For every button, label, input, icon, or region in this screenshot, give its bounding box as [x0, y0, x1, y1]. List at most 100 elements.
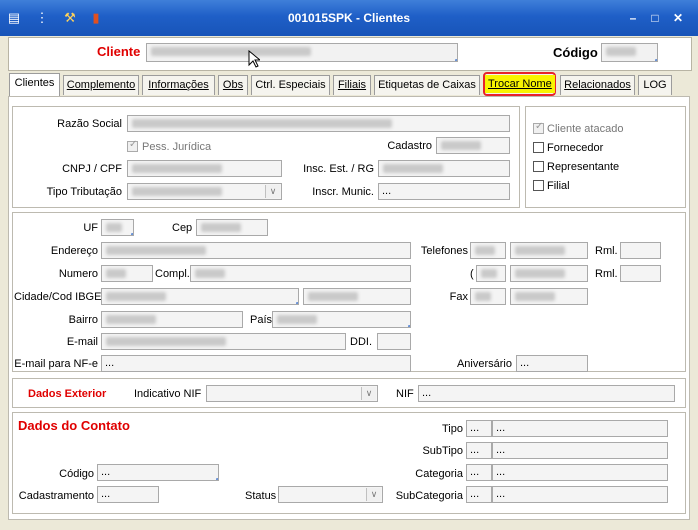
inscr-munic-label: Inscr. Munic.	[312, 186, 374, 198]
uf-field[interactable]	[101, 219, 134, 236]
telefone1-field[interactable]	[510, 242, 588, 259]
tab-label: Obs	[222, 79, 244, 91]
subtipo-desc-field[interactable]: ...	[492, 442, 668, 459]
tipo-tributacao-label: Tipo Tributação	[46, 186, 122, 198]
codigo-contato-field[interactable]: ...	[97, 464, 219, 481]
tipo-tributacao-select[interactable]: ∨	[127, 183, 282, 200]
fax-field[interactable]	[510, 288, 588, 305]
rml1-field[interactable]	[620, 242, 661, 259]
tab-label: Ctrl. Especiais	[255, 79, 326, 91]
cidade-field[interactable]	[101, 288, 299, 305]
subcategoria-label: SubCategoria	[395, 490, 463, 502]
minimize-icon[interactable]: –	[625, 11, 641, 25]
tab-ctrl-especiais[interactable]: Ctrl. Especiais	[251, 75, 330, 95]
endereco-label: Endereço	[50, 245, 98, 257]
tab-label: LOG	[643, 79, 667, 91]
nif-field[interactable]: ...	[418, 385, 675, 402]
codigo-label: Código	[553, 45, 598, 60]
cliente-atacado-checkbox[interactable]: ✓	[533, 121, 544, 134]
fax-ddd-field[interactable]	[470, 288, 506, 305]
endereco-field[interactable]	[101, 242, 411, 259]
tab-label: Informações	[148, 79, 209, 91]
cliente-atacado-label: Cliente atacado	[547, 123, 624, 135]
tipo-code-field[interactable]: ...	[466, 420, 492, 437]
categoria-code-field[interactable]: ...	[466, 464, 492, 481]
dados-exterior-title: Dados Exterior	[28, 388, 107, 400]
insc-est-label: Insc. Est. / RG	[303, 163, 374, 175]
ddi-field[interactable]	[377, 333, 411, 350]
insc-est-field[interactable]	[378, 160, 510, 177]
indicativo-nif-label: Indicativo NIF	[134, 388, 202, 400]
razao-social-field[interactable]	[127, 115, 510, 132]
tab-obs[interactable]: Obs	[218, 75, 248, 95]
indicativo-nif-select[interactable]: ∨	[206, 385, 378, 402]
inscr-munic-field[interactable]: ...	[378, 183, 510, 200]
close-icon[interactable]: ✕	[670, 11, 686, 25]
codigo-contato-label: Código	[59, 468, 94, 480]
telefones-label: Telefones	[420, 245, 468, 257]
tipo-label: Tipo	[442, 423, 463, 435]
compl-field[interactable]	[190, 265, 411, 282]
pess-juridica-label: Pess. Jurídica	[142, 141, 212, 153]
cidade-ibge-label: Cidade/Cod IBGE	[14, 291, 102, 303]
subtipo-code-field[interactable]: ...	[466, 442, 492, 459]
telefone2-ddd-field[interactable]	[476, 265, 506, 282]
tab-clientes[interactable]: Clientes	[9, 73, 60, 97]
uf-label: UF	[83, 222, 98, 234]
nif-label: NIF	[396, 388, 414, 400]
subcategoria-code-field[interactable]: ...	[466, 486, 492, 503]
email-nfe-field[interactable]: ...	[101, 355, 411, 372]
filial-checkbox[interactable]	[533, 180, 544, 191]
chevron-down-icon[interactable]: ∨	[265, 185, 280, 198]
representante-checkbox[interactable]	[533, 161, 544, 172]
tab-complemento[interactable]: Complemento	[63, 75, 139, 95]
ddi-label: DDI.	[350, 336, 372, 348]
categoria-desc-field[interactable]: ...	[492, 464, 668, 481]
tab-etiquetas-de-caixas[interactable]: Etiquetas de Caixas	[374, 75, 480, 95]
cep-field[interactable]	[196, 219, 268, 236]
rml-label: Rml.	[595, 268, 618, 280]
client-header: Cliente Código	[8, 37, 692, 71]
chevron-down-icon[interactable]: ∨	[366, 488, 381, 501]
tab-label: Etiquetas de Caixas	[378, 79, 476, 91]
aniversario-field[interactable]: ...	[516, 355, 588, 372]
mouse-cursor-icon	[248, 50, 260, 68]
cadastramento-field[interactable]: ...	[97, 486, 159, 503]
tab-trocar-nome[interactable]: Trocar Nome	[483, 72, 556, 96]
cod-ibge-field[interactable]	[303, 288, 411, 305]
representante-label: Representante	[547, 161, 620, 173]
cnpj-cpf-field[interactable]	[127, 160, 282, 177]
rml2-field[interactable]	[620, 265, 661, 282]
title-bar: ▤ ⋮ ⚒ ▮ 001015SPK - Clientes – □ ✕	[0, 0, 698, 36]
rml-label: Rml.	[595, 245, 618, 257]
fornecedor-checkbox[interactable]	[533, 142, 544, 153]
email-nfe-label: E-mail para NF-e	[14, 358, 98, 370]
numero-label: Numero	[58, 268, 98, 280]
tab-label: Complemento	[66, 79, 136, 91]
tab-filiais[interactable]: Filiais	[333, 75, 371, 95]
email-label: E-mail	[66, 336, 98, 348]
tab-informacoes[interactable]: Informações	[142, 75, 215, 95]
cadastro-field[interactable]	[436, 137, 510, 154]
pess-juridica-checkbox[interactable]: ✓	[127, 139, 138, 152]
tipo-desc-field[interactable]: ...	[492, 420, 668, 437]
tab-relacionados[interactable]: Relacionados	[560, 75, 635, 95]
cadastramento-label: Cadastramento	[18, 490, 94, 502]
cliente-field[interactable]	[146, 43, 458, 62]
subcategoria-desc-field[interactable]: ...	[492, 486, 668, 503]
pais-field[interactable]	[272, 311, 411, 328]
codigo-field[interactable]	[601, 43, 658, 62]
bairro-field[interactable]	[101, 311, 243, 328]
telefone2-field[interactable]	[510, 265, 588, 282]
tab-label: Trocar Nome	[485, 75, 555, 93]
maximize-icon[interactable]: □	[647, 11, 663, 25]
telefone1-ddd-field[interactable]	[470, 242, 506, 259]
tab-label: Relacionados	[564, 79, 631, 91]
tab-label: Clientes	[14, 77, 55, 89]
status-select[interactable]: ∨	[278, 486, 383, 503]
subtipo-label: SubTipo	[422, 445, 463, 457]
numero-field[interactable]	[101, 265, 153, 282]
chevron-down-icon[interactable]: ∨	[361, 387, 376, 400]
email-field[interactable]	[101, 333, 346, 350]
tab-log[interactable]: LOG	[638, 75, 672, 95]
